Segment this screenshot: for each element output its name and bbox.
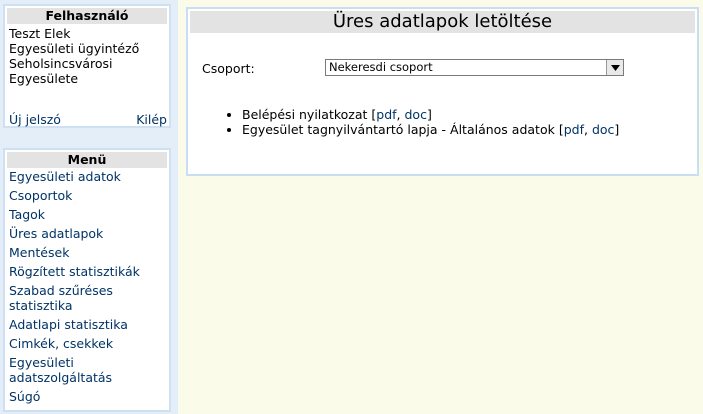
user-name: Teszt Elek xyxy=(9,26,71,41)
menu-item-sugo[interactable]: Súgó xyxy=(9,389,169,404)
download-pdf-link[interactable]: pdf xyxy=(376,107,396,122)
menu-panel: Menü Egyesületi adatok Csoportok Tagok Ü… xyxy=(3,148,171,412)
menu-item-szabad-szureses-statisztika[interactable]: Szabad szűréses statisztika xyxy=(9,283,169,313)
menu-item-egyesuleti-adatok[interactable]: Egyesületi adatok xyxy=(9,169,169,184)
user-panel-title: Felhasználó xyxy=(7,8,167,24)
menu-item-ures-adatlapok[interactable]: Üres adatlapok xyxy=(9,226,169,241)
menu-item-cimkek-csekkek[interactable]: Cimkék, csekkek xyxy=(9,336,169,351)
user-org-line1: Seholsincsvárosi xyxy=(9,56,113,71)
user-role: Egyesületi ügyintéző xyxy=(9,41,140,56)
document-item: Egyesület tagnyilvántartó lapja - Általá… xyxy=(242,122,619,137)
menu-item-mentesek[interactable]: Mentések xyxy=(9,245,169,260)
user-panel: Felhasználó Teszt Elek Egyesületi ügyint… xyxy=(3,4,171,128)
menu-title: Menü xyxy=(7,152,167,168)
main-content-box: Üres adatlapok letöltése Csoport: Nekere… xyxy=(186,7,699,176)
group-select[interactable]: Nekeresdi csoport xyxy=(325,59,624,76)
menu-item-csoportok[interactable]: Csoportok xyxy=(9,188,169,203)
page-title: Üres adatlapok letöltése xyxy=(190,11,695,33)
logout-link[interactable]: Kilép xyxy=(136,112,167,127)
document-list: Belépési nyilatkozat [pdf, doc] Egyesüle… xyxy=(228,107,619,137)
group-label: Csoport: xyxy=(202,61,255,76)
download-doc-link[interactable]: doc xyxy=(592,122,614,137)
document-name: Belépési nyilatkozat xyxy=(242,107,368,122)
chevron-down-icon[interactable] xyxy=(606,60,623,75)
download-pdf-link[interactable]: pdf xyxy=(564,122,584,137)
menu-item-rogzitett-statisztikak[interactable]: Rögzített statisztikák xyxy=(9,264,169,279)
download-doc-link[interactable]: doc xyxy=(405,107,427,122)
document-name: Egyesület tagnyilvántartó lapja - Általá… xyxy=(242,122,555,137)
menu-item-adatlapi-statisztika[interactable]: Adatlapi statisztika xyxy=(9,317,169,332)
menu-item-egyesuleti-adatszolgaltatas[interactable]: Egyesületi adatszolgáltatás xyxy=(9,355,169,385)
user-org-line2: Egyesülete xyxy=(9,71,79,86)
new-password-link[interactable]: Új jelszó xyxy=(9,112,61,127)
menu-item-tagok[interactable]: Tagok xyxy=(9,207,169,222)
menu-list: Egyesületi adatok Csoportok Tagok Üres a… xyxy=(5,168,169,404)
group-select-value: Nekeresdi csoport xyxy=(329,60,433,74)
document-item: Belépési nyilatkozat [pdf, doc] xyxy=(242,107,619,122)
left-sidebar: Felhasználó Teszt Elek Egyesületi ügyint… xyxy=(0,0,178,414)
